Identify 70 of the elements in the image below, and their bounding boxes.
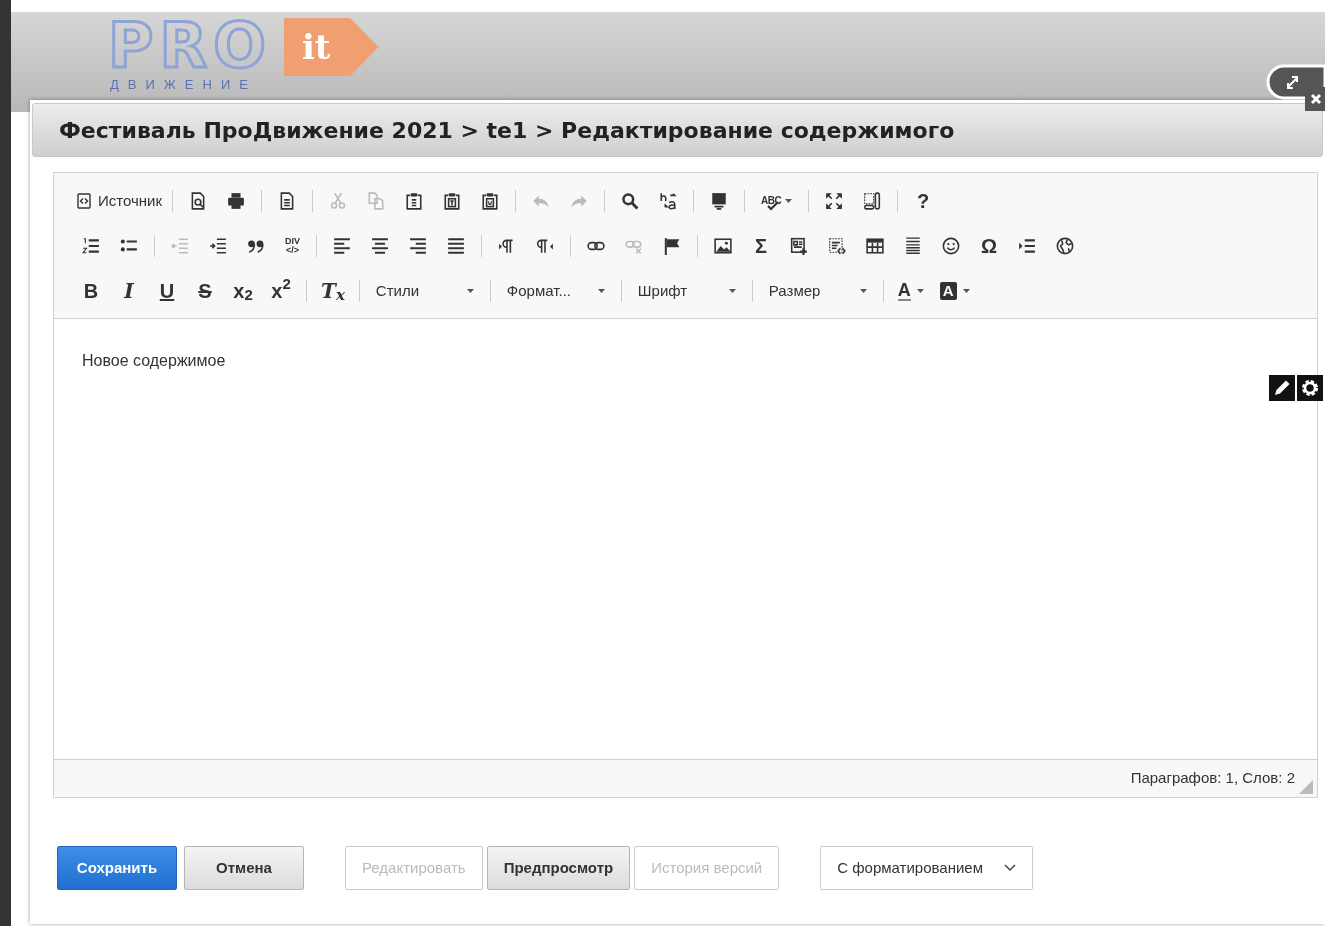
caret-icon bbox=[916, 289, 924, 293]
caret-icon bbox=[785, 199, 793, 203]
content-paragraph: Новое содержимое bbox=[82, 351, 227, 371]
style-dropdown[interactable]: Размер bbox=[758, 278, 877, 304]
caret-icon bbox=[859, 289, 867, 293]
outdent-icon bbox=[171, 237, 189, 255]
pencil-icon[interactable] bbox=[1269, 375, 1295, 401]
text-color-button[interactable]: A bbox=[889, 278, 932, 304]
toolbar-button[interactable]: S bbox=[186, 278, 224, 304]
logo-wordmark: PRO bbox=[108, 14, 272, 78]
align-center-icon bbox=[371, 237, 389, 255]
new-document-icon bbox=[790, 237, 808, 255]
page-break-icon bbox=[1018, 237, 1036, 255]
quote-icon bbox=[247, 237, 265, 255]
toolbar-button[interactable]: ? bbox=[904, 188, 943, 214]
pilcrow-icon bbox=[498, 237, 516, 255]
caret-icon bbox=[466, 289, 474, 293]
clipboard-icon bbox=[443, 192, 462, 210]
code-snippet-icon bbox=[828, 237, 846, 255]
globe-icon bbox=[1056, 237, 1074, 255]
image-icon bbox=[714, 237, 732, 255]
copy-icon bbox=[367, 192, 386, 210]
table-icon bbox=[866, 237, 884, 255]
background-color-button[interactable]: A bbox=[931, 278, 978, 304]
toolbar-button[interactable]: U bbox=[148, 278, 186, 304]
source-icon bbox=[76, 193, 92, 209]
style-dropdown[interactable]: Формат... bbox=[496, 278, 615, 304]
toolbar-button[interactable]: x$_{2}$ bbox=[224, 278, 262, 304]
flag-icon bbox=[663, 237, 681, 255]
word-count: Параграфов: 1, Слов: 2 bbox=[1130, 768, 1295, 789]
close-icon[interactable] bbox=[1305, 87, 1325, 111]
format-mode-dropdown[interactable]: С форматированием bbox=[820, 846, 1034, 890]
style-dropdown[interactable]: Шрифт bbox=[627, 278, 746, 304]
toolbar-button[interactable]: Ω bbox=[970, 233, 1008, 259]
spellcheck-button[interactable]: ABC bbox=[751, 188, 803, 214]
clipboard-icon bbox=[481, 192, 500, 210]
resize-grip-icon[interactable] bbox=[1299, 780, 1313, 794]
align-right-icon bbox=[409, 237, 427, 255]
smiley-icon bbox=[942, 237, 960, 255]
style-dropdown[interactable]: Стили bbox=[365, 278, 484, 304]
numbered-list-icon bbox=[82, 237, 100, 255]
align-left-icon bbox=[333, 237, 351, 255]
toolbar-button[interactable]: Σ bbox=[742, 233, 780, 259]
toolbar-button[interactable]: B bbox=[72, 278, 110, 304]
horizontal-lines-icon bbox=[904, 237, 922, 255]
caret-icon bbox=[962, 289, 970, 293]
chevron-down-icon bbox=[1004, 864, 1017, 872]
action-button[interactable]: Отмена bbox=[184, 846, 304, 890]
clipboard-icon bbox=[405, 192, 424, 210]
indent-icon bbox=[209, 237, 227, 255]
logo-tagline: ДВИЖЕНИЕ bbox=[110, 78, 257, 92]
maximize-icon bbox=[825, 192, 844, 210]
justify-icon bbox=[447, 237, 465, 255]
printer-icon bbox=[227, 192, 246, 210]
source-button[interactable]: Источник bbox=[72, 188, 167, 214]
show-blocks-icon bbox=[863, 192, 882, 210]
action-button[interactable]: Сохранить bbox=[57, 846, 177, 890]
replace-icon bbox=[659, 192, 678, 210]
toolbar-button[interactable]: x$^{2}$ bbox=[262, 278, 300, 304]
gear-icon[interactable] bbox=[1297, 375, 1323, 401]
pilcrow-icon bbox=[536, 237, 554, 255]
caret-icon bbox=[597, 289, 605, 293]
div-container-button[interactable]: DIV </> bbox=[275, 233, 310, 259]
caret-icon bbox=[728, 289, 736, 293]
action-button[interactable]: Предпросмотр bbox=[486, 846, 631, 890]
search-icon bbox=[621, 192, 640, 210]
dialog-title: Фестиваль ПроДвижение 2021 > te1 > Редактирование содержимого bbox=[32, 103, 1323, 157]
toolbar-button[interactable]: T$_{x}$ bbox=[313, 278, 353, 304]
scissors-icon bbox=[329, 192, 348, 210]
toolbar-button[interactable]: I bbox=[110, 278, 148, 304]
